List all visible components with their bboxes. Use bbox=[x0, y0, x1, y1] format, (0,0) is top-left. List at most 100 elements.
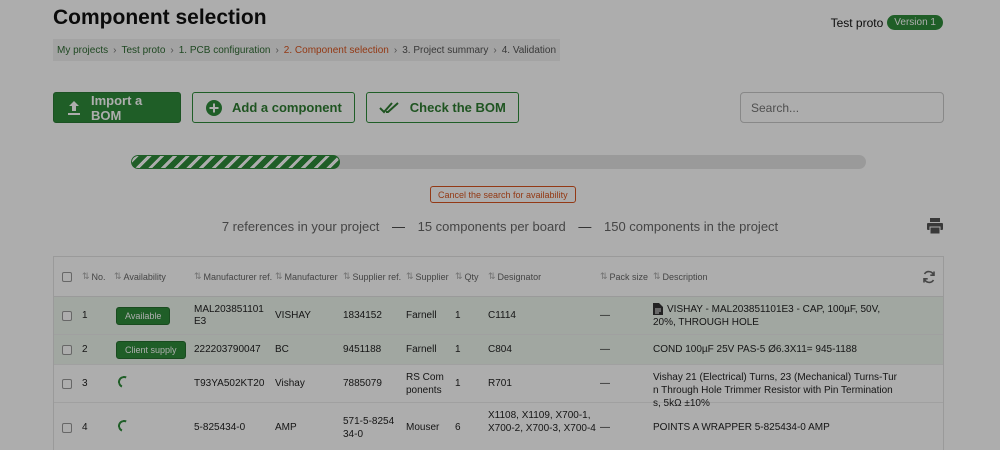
table-header: ⇅ No. ⇅ Availability ⇅ Manufacturer ref. ⇅ M… bbox=[54, 257, 943, 297]
components-in-project: 150 components in the project bbox=[604, 219, 779, 234]
breadcrumb-item-project[interactable]: Test proto bbox=[121, 45, 165, 56]
cell-designator: R701 bbox=[488, 378, 512, 389]
breadcrumb-separator: › bbox=[170, 44, 174, 56]
cancel-search-button[interactable]: Cancel the search for availability bbox=[430, 186, 576, 203]
toolbar: Import a BOM Add a component Check the B… bbox=[53, 92, 519, 123]
cell-description: VISHAY - MAL203851101E3 - CAP, 100µF, 50… bbox=[653, 304, 881, 328]
check-bom-label: Check the BOM bbox=[409, 100, 506, 115]
upload-icon bbox=[66, 100, 82, 116]
column-header-qty[interactable]: ⇅ Qty bbox=[455, 271, 479, 282]
column-header-supplier-ref[interactable]: ⇅ Supplier ref. bbox=[343, 271, 401, 282]
sort-icon: ⇅ bbox=[488, 271, 495, 281]
sort-icon: ⇅ bbox=[653, 271, 660, 281]
breadcrumb-item-validation: 4. Validation bbox=[501, 44, 556, 56]
cell-qty: 6 bbox=[455, 422, 461, 433]
table-row[interactable]: 3 T93YA502KT20 Vishay 7885079 RS Compone… bbox=[54, 365, 943, 409]
column-header-availability[interactable]: ⇅ Availability bbox=[114, 271, 166, 282]
row-checkbox[interactable] bbox=[62, 423, 72, 433]
table-row[interactable]: 1 Available MAL203851101E3 VISHAY 183415… bbox=[54, 297, 943, 335]
add-component-label: Add a component bbox=[232, 100, 342, 115]
cell-no: 1 bbox=[82, 310, 88, 321]
cell-manufacturer-ref: MAL203851101E3 bbox=[194, 304, 264, 327]
column-header-pack-size[interactable]: ⇅ Pack size bbox=[600, 271, 648, 282]
row-checkbox[interactable] bbox=[62, 345, 72, 355]
sort-icon: ⇅ bbox=[114, 271, 121, 281]
sort-icon: ⇅ bbox=[275, 271, 282, 281]
loading-spinner-icon bbox=[116, 418, 132, 434]
cell-qty: 1 bbox=[455, 344, 461, 355]
cell-manufacturer: Vishay bbox=[275, 378, 305, 389]
progress-fill bbox=[131, 155, 341, 169]
cell-designator: C804 bbox=[488, 344, 512, 355]
page-title: Component selection bbox=[53, 6, 267, 29]
components-table: ⇅ No. ⇅ Availability ⇅ Manufacturer ref. ⇅ M… bbox=[53, 256, 944, 450]
separator-dash: — bbox=[578, 219, 592, 234]
cell-pack-size: — bbox=[600, 378, 610, 389]
import-bom-label: Import a BOM bbox=[91, 92, 143, 123]
add-component-button[interactable]: Add a component bbox=[192, 92, 355, 123]
cell-manufacturer-ref: 5-825434-0 bbox=[194, 422, 246, 433]
project-name: Test proto bbox=[830, 15, 884, 30]
row-checkbox[interactable] bbox=[62, 379, 72, 389]
select-all-checkbox[interactable] bbox=[62, 272, 72, 282]
sort-icon: ⇅ bbox=[455, 271, 462, 281]
breadcrumb-separator: › bbox=[275, 44, 279, 56]
project-tag: Test proto Version 1 bbox=[831, 15, 943, 30]
components-per-board: 15 components per board bbox=[417, 219, 566, 234]
project-summary-line: 7 references in your project — 15 compon… bbox=[0, 219, 1000, 234]
cell-designator: C1114 bbox=[488, 310, 516, 321]
version-badge: Version 1 bbox=[887, 15, 943, 30]
column-header-manufacturer[interactable]: ⇅ Manufacturer bbox=[275, 271, 338, 282]
breadcrumb: My projects › Test proto › 1. PCB config… bbox=[53, 39, 560, 61]
column-header-description[interactable]: ⇅ Description bbox=[653, 271, 708, 282]
cell-manufacturer-ref: 222203790047 bbox=[194, 344, 261, 355]
table-row[interactable]: 2 Client supply 222203790047 BC 9451188 … bbox=[54, 335, 943, 365]
import-bom-button[interactable]: Import a BOM bbox=[53, 92, 181, 123]
row-checkbox[interactable] bbox=[62, 311, 72, 321]
sort-icon: ⇅ bbox=[194, 271, 201, 281]
table-row[interactable]: 4 5-825434-0 AMP 571-5-825434-0 Mouser 6… bbox=[54, 403, 943, 450]
cell-supplier-ref: 571-5-825434-0 bbox=[343, 416, 395, 440]
loading-spinner-icon bbox=[116, 374, 132, 390]
breadcrumb-item-my-projects[interactable]: My projects bbox=[57, 45, 108, 56]
availability-badge: Client supply bbox=[116, 341, 186, 359]
search-input[interactable] bbox=[740, 92, 944, 123]
cell-no: 4 bbox=[82, 422, 88, 433]
cell-manufacturer: AMP bbox=[275, 422, 297, 433]
availability-progress-bar bbox=[131, 155, 866, 169]
cell-pack-size: — bbox=[600, 422, 610, 433]
sort-icon: ⇅ bbox=[600, 271, 607, 281]
cell-no: 3 bbox=[82, 378, 88, 389]
cell-qty: 1 bbox=[455, 310, 461, 321]
cell-supplier: Farnell bbox=[406, 310, 437, 321]
sort-icon: ⇅ bbox=[406, 271, 413, 281]
print-icon[interactable] bbox=[926, 217, 944, 240]
cell-qty: 1 bbox=[455, 378, 461, 389]
cell-description: COND 100µF 25V PAS-5 Ø6.3X11= 945-1188 bbox=[653, 344, 857, 355]
cell-manufacturer: BC bbox=[275, 344, 289, 355]
breadcrumb-item-component-selection: 2. Component selection bbox=[283, 44, 389, 56]
cell-supplier-ref: 7885079 bbox=[343, 378, 382, 389]
cell-supplier: Mouser bbox=[406, 422, 440, 433]
cell-pack-size: — bbox=[600, 310, 610, 321]
check-bom-button[interactable]: Check the BOM bbox=[365, 92, 519, 123]
cell-supplier: RS Components bbox=[406, 372, 444, 396]
cell-supplier-ref: 1834152 bbox=[343, 310, 382, 321]
column-header-supplier[interactable]: ⇅ Supplier bbox=[406, 271, 449, 282]
cell-supplier: Farnell bbox=[406, 344, 437, 355]
column-header-manufacturer-ref[interactable]: ⇅ Manufacturer ref. bbox=[194, 271, 272, 282]
cell-manufacturer-ref: T93YA502KT20 bbox=[194, 378, 265, 389]
cell-supplier-ref: 9451188 bbox=[343, 344, 382, 355]
breadcrumb-item-pcb-configuration[interactable]: 1. PCB configuration bbox=[179, 45, 271, 56]
column-header-designator[interactable]: ⇅ Designator bbox=[488, 271, 541, 282]
column-header-no[interactable]: ⇅ No. bbox=[82, 271, 106, 282]
plus-circle-icon bbox=[205, 99, 223, 117]
refresh-icon[interactable] bbox=[922, 270, 936, 286]
double-check-icon bbox=[379, 101, 401, 115]
breadcrumb-separator: › bbox=[113, 44, 117, 56]
cell-designator: X1108, X1109, X700-1, X700-2, X700-3, X7… bbox=[488, 410, 596, 434]
breadcrumb-item-project-summary: 3. Project summary bbox=[402, 44, 489, 56]
references-count: 7 references in your project bbox=[221, 219, 380, 234]
cell-no: 2 bbox=[82, 344, 88, 355]
breadcrumb-separator: › bbox=[493, 44, 497, 56]
